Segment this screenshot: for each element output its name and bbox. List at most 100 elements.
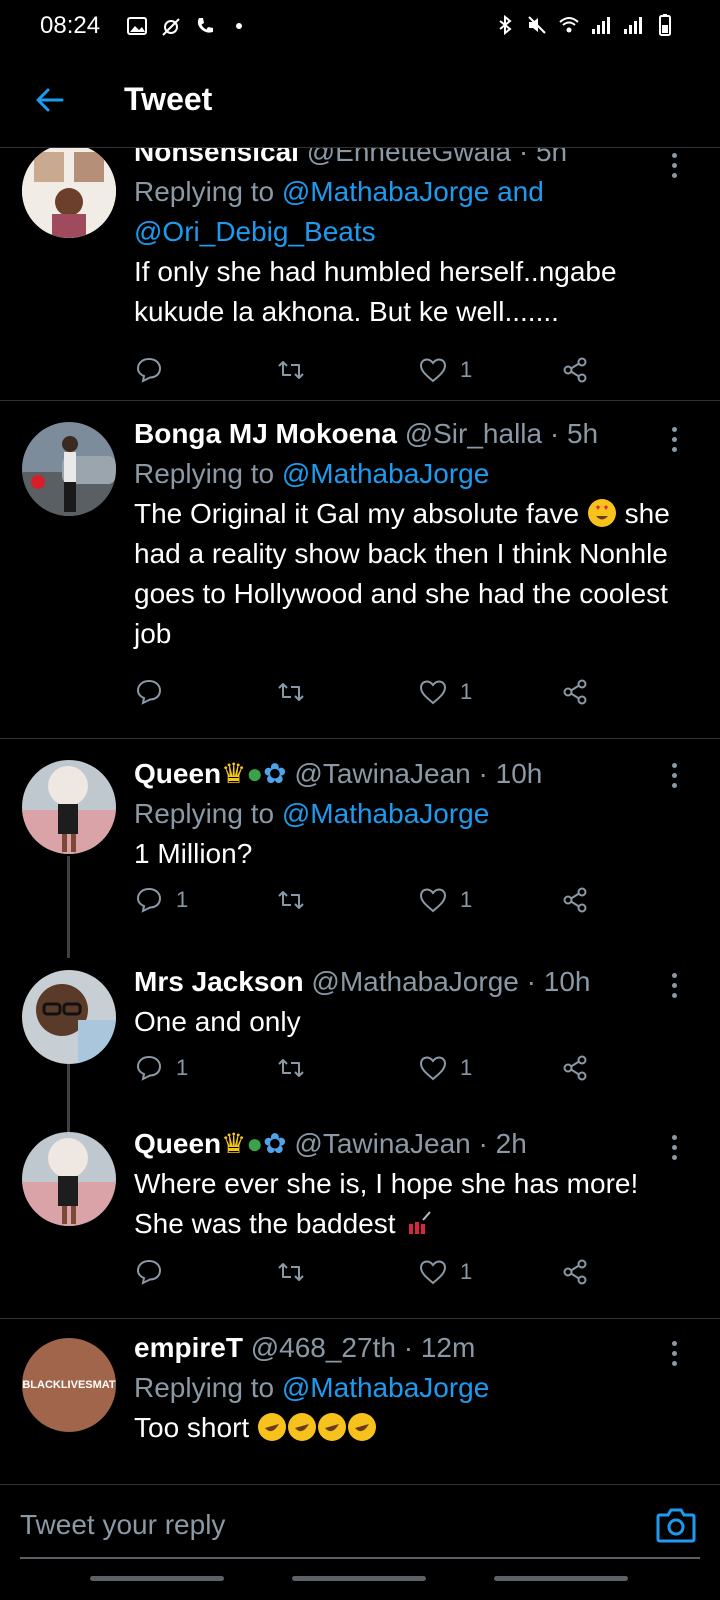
reply-action[interactable]: 1 xyxy=(134,880,188,920)
dot-icon xyxy=(236,23,243,29)
retweet-action[interactable] xyxy=(276,1252,306,1292)
like-action[interactable]: 1 xyxy=(418,880,472,920)
reply-action[interactable] xyxy=(134,350,176,390)
mention-link[interactable]: @MathabaJorge xyxy=(282,798,489,829)
reply-icon xyxy=(136,887,162,913)
separator-dot: · xyxy=(526,966,536,997)
share-action[interactable] xyxy=(560,880,590,920)
avatar[interactable] xyxy=(22,422,116,516)
mention-link[interactable]: @MathabaJorge xyxy=(282,458,489,489)
tweet-item[interactable]: Mrs Jackson @MathabaJorge · 10h One and … xyxy=(0,956,720,1096)
replying-label: Replying to xyxy=(134,176,275,207)
retweet-action[interactable] xyxy=(276,1048,306,1088)
tweet-header: Mrs Jackson @MathabaJorge · 10h xyxy=(134,962,680,1002)
camera-button[interactable] xyxy=(654,1503,698,1547)
avatar[interactable] xyxy=(22,970,116,1064)
separator-dot: · xyxy=(478,1128,488,1159)
tweet-actions: 1 xyxy=(134,672,614,712)
heart-icon xyxy=(419,680,447,705)
status-right xyxy=(494,14,676,36)
like-action[interactable]: 1 xyxy=(418,672,472,712)
like-action[interactable]: 1 xyxy=(418,1252,472,1292)
retweet-icon xyxy=(278,1263,304,1281)
author-handle[interactable]: @468_27th xyxy=(251,1332,396,1363)
retweet-action[interactable] xyxy=(276,880,306,920)
home-button[interactable] xyxy=(292,1576,426,1581)
author-handle[interactable]: @MathabaJorge xyxy=(311,966,518,997)
tweet-item[interactable]: Queen♛●✿ @TawinaJean · 10h Replying to @… xyxy=(0,746,720,946)
share-action[interactable] xyxy=(560,672,590,712)
system-nav-bar xyxy=(0,1564,720,1600)
reply-underline xyxy=(20,1557,700,1559)
avatar[interactable] xyxy=(22,760,116,854)
reply-icon xyxy=(136,679,162,705)
tweet-item[interactable]: Nonsensical @EnnetteGwala · 5h Replying … xyxy=(0,148,720,402)
back-button[interactable] xyxy=(20,70,80,130)
author-handle[interactable]: @TawinaJean xyxy=(294,758,470,789)
heart-icon xyxy=(419,1260,447,1285)
author-handle[interactable]: @EnnetteGwala xyxy=(307,148,511,167)
author-name[interactable]: Queen xyxy=(134,1128,221,1159)
retweet-icon xyxy=(278,891,304,909)
author-handle[interactable]: @Sir_halla xyxy=(405,418,542,449)
mention-link[interactable]: @MathabaJorge xyxy=(282,1372,489,1403)
crown-emoji-icon: ♛ xyxy=(221,758,247,789)
reply-feed[interactable]: Nonsensical @EnnetteGwala · 5h Replying … xyxy=(0,148,720,1484)
recent-apps-button[interactable] xyxy=(90,1576,224,1581)
divider xyxy=(0,1318,720,1319)
separator-dot: · xyxy=(478,758,488,789)
avatar[interactable] xyxy=(22,1132,116,1226)
like-count: 1 xyxy=(460,357,473,382)
tweet-time: 5h xyxy=(535,148,568,167)
gallery-icon xyxy=(127,17,148,35)
tweet-item[interactable]: Bonga MJ Mokoena @Sir_halla · 5h Replyin… xyxy=(0,414,720,724)
avatar[interactable]: BLACKLIVESMAT xyxy=(22,1338,116,1432)
tweet-item[interactable]: BLACKLIVESMAT empireT @468_27th · 12m Re… xyxy=(0,1324,720,1484)
like-action[interactable]: 1 xyxy=(418,350,472,390)
share-icon xyxy=(563,1259,587,1285)
author-handle[interactable]: @TawinaJean xyxy=(294,1128,470,1159)
tweet-text-line: Too short xyxy=(134,1412,250,1443)
rofl-emoji-icon xyxy=(287,1412,317,1442)
retweet-action[interactable] xyxy=(276,350,306,390)
share-action[interactable] xyxy=(560,350,590,390)
author-name[interactable]: Queen xyxy=(134,758,221,789)
like-count: 1 xyxy=(460,1055,473,1080)
retweet-action[interactable] xyxy=(276,672,306,712)
author-name[interactable]: Bonga MJ Mokoena xyxy=(134,418,397,449)
status-bar: 08:24 xyxy=(0,0,720,52)
rofl-emoji-icon xyxy=(257,1412,287,1442)
tweet-item[interactable]: Queen♛●✿ @TawinaJean · 2h Where ever she… xyxy=(0,1118,720,1298)
heart-icon xyxy=(419,888,447,913)
battery-icon xyxy=(659,14,671,36)
nail-polish-emoji-icon xyxy=(403,1208,433,1238)
reply-action[interactable] xyxy=(134,672,176,712)
tweet-header: Bonga MJ Mokoena @Sir_halla · 5h xyxy=(134,414,680,454)
reply-input[interactable] xyxy=(20,1497,620,1553)
tweet-time: 10h xyxy=(543,966,591,997)
share-action[interactable] xyxy=(560,1252,590,1292)
author-name[interactable]: Nonsensical xyxy=(134,148,299,167)
avatar[interactable] xyxy=(22,148,116,238)
tweet-time: 12m xyxy=(420,1332,476,1363)
reply-action[interactable] xyxy=(134,1252,176,1292)
back-nav-button[interactable] xyxy=(494,1576,628,1581)
phone-icon xyxy=(197,18,214,33)
tweet-header: Queen♛●✿ @TawinaJean · 10h xyxy=(134,754,680,794)
rofl-emoji-icon xyxy=(347,1412,377,1442)
avatar-image xyxy=(22,760,116,854)
author-name[interactable]: Mrs Jackson xyxy=(134,966,304,997)
avatar-image xyxy=(22,422,116,516)
reply-action[interactable]: 1 xyxy=(134,1048,188,1088)
retweet-icon xyxy=(278,1059,304,1077)
tweet-text-line: Where ever she is, I hope she has more! … xyxy=(134,1168,639,1239)
share-action[interactable] xyxy=(560,1048,590,1088)
tweet-body: empireT @468_27th · 12m Replying to @Mat… xyxy=(134,1328,680,1448)
author-name[interactable]: empireT xyxy=(134,1332,243,1363)
crown-emoji-icon: ♛ xyxy=(221,1128,247,1159)
like-action[interactable]: 1 xyxy=(418,1048,472,1088)
butterfly-emoji-icon: ✿ xyxy=(263,1128,287,1159)
tweet-text: Too short xyxy=(134,1408,680,1448)
no-signal-icon xyxy=(162,18,180,36)
bluetooth-icon xyxy=(499,14,512,36)
